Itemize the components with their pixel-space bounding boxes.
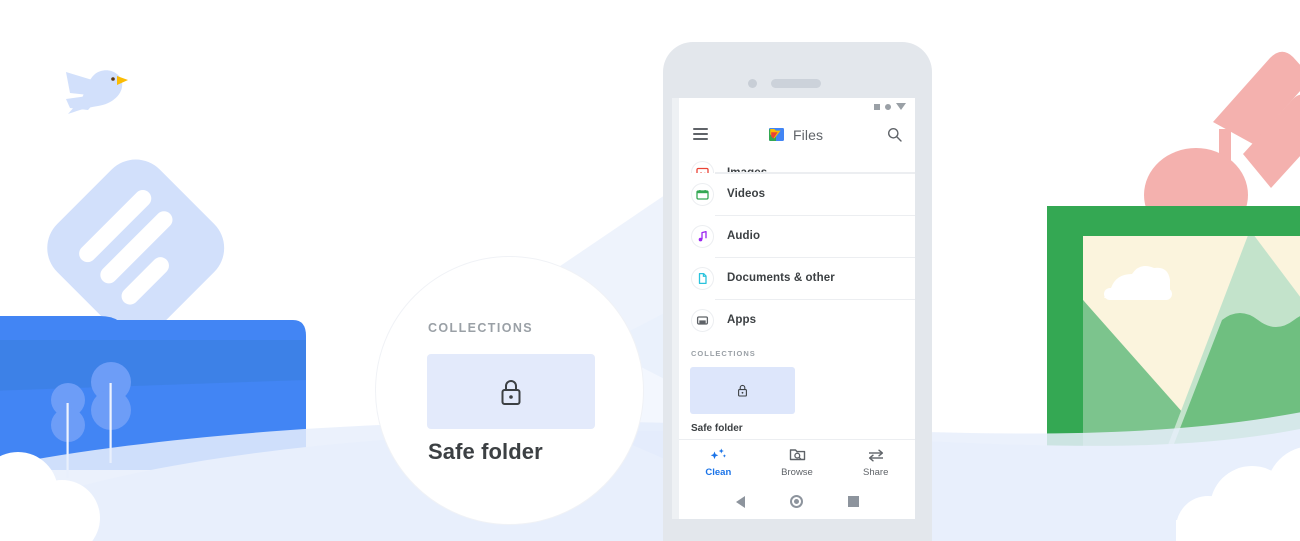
nav-tab-share[interactable]: Share (836, 447, 915, 478)
files-by-google-logo-icon (768, 126, 785, 143)
search-icon[interactable] (887, 127, 902, 142)
phone-screen: Files Images Videos Audio Documents & ot… (679, 98, 915, 519)
browse-folder-icon (789, 447, 806, 463)
images-icon (691, 161, 714, 173)
phone-front-camera-icon (748, 79, 757, 88)
nav-back-icon[interactable] (735, 495, 745, 508)
bottom-navigation: Clean Browse Share (679, 439, 915, 484)
battery-triangle-icon (896, 103, 906, 110)
sparkle-clean-icon (709, 447, 727, 463)
phone-earpiece-speaker (771, 79, 821, 88)
list-item-label: Apps (727, 314, 757, 326)
lock-icon (501, 379, 521, 405)
lock-icon (738, 384, 747, 397)
list-item-label: Audio (727, 230, 761, 242)
app-brand: Files (768, 126, 823, 143)
dove-bird-icon (66, 70, 128, 114)
documents-icon (691, 266, 714, 290)
list-item-videos[interactable]: Videos (679, 173, 915, 215)
app-bar: Files (679, 115, 915, 153)
nav-tab-label: Clean (705, 466, 732, 478)
list-item-label: Documents & other (727, 272, 835, 284)
file-category-list: Images Videos Audio Documents & other Ap… (679, 153, 915, 341)
magnifier-circle: COLLECTIONS Safe folder (375, 256, 644, 525)
apps-icon (691, 308, 714, 332)
background-illustration (0, 51, 1300, 541)
nav-home-icon[interactable] (789, 495, 803, 508)
videos-icon (691, 182, 714, 206)
nav-tab-label: Browse (781, 466, 813, 478)
list-item-documents[interactable]: Documents & other (679, 257, 915, 299)
list-item-audio[interactable]: Audio (679, 215, 915, 257)
collections-section-label: COLLECTIONS (691, 349, 756, 358)
safe-folder-card[interactable] (690, 367, 795, 414)
hamburger-menu-icon[interactable] (693, 128, 708, 140)
status-bar (679, 98, 915, 115)
share-arrows-icon (867, 447, 885, 463)
signal-square-icon (874, 103, 880, 110)
nav-tab-label: Share (863, 466, 889, 478)
audio-icon (691, 224, 714, 248)
phone-left-bezel (672, 98, 679, 519)
list-item-images[interactable]: Images (679, 153, 915, 173)
safe-folder-label: Safe folder (691, 423, 743, 434)
signal-dot-icon (885, 103, 891, 110)
list-item-apps[interactable]: Apps (679, 299, 915, 341)
illustration-stage: COLLECTIONS Safe folder Files Images Vid… (0, 0, 1300, 541)
nav-recents-icon[interactable] (847, 496, 859, 507)
nav-tab-clean[interactable]: Clean (679, 447, 758, 478)
magnified-safe-folder-label: Safe folder (428, 439, 543, 464)
list-item-label: Videos (727, 188, 766, 200)
app-title: Files (793, 126, 824, 143)
magnified-safe-folder-card[interactable] (427, 354, 595, 429)
nav-tab-browse[interactable]: Browse (758, 447, 837, 478)
android-system-nav (679, 484, 915, 519)
magnified-collections-label: COLLECTIONS (428, 321, 533, 335)
